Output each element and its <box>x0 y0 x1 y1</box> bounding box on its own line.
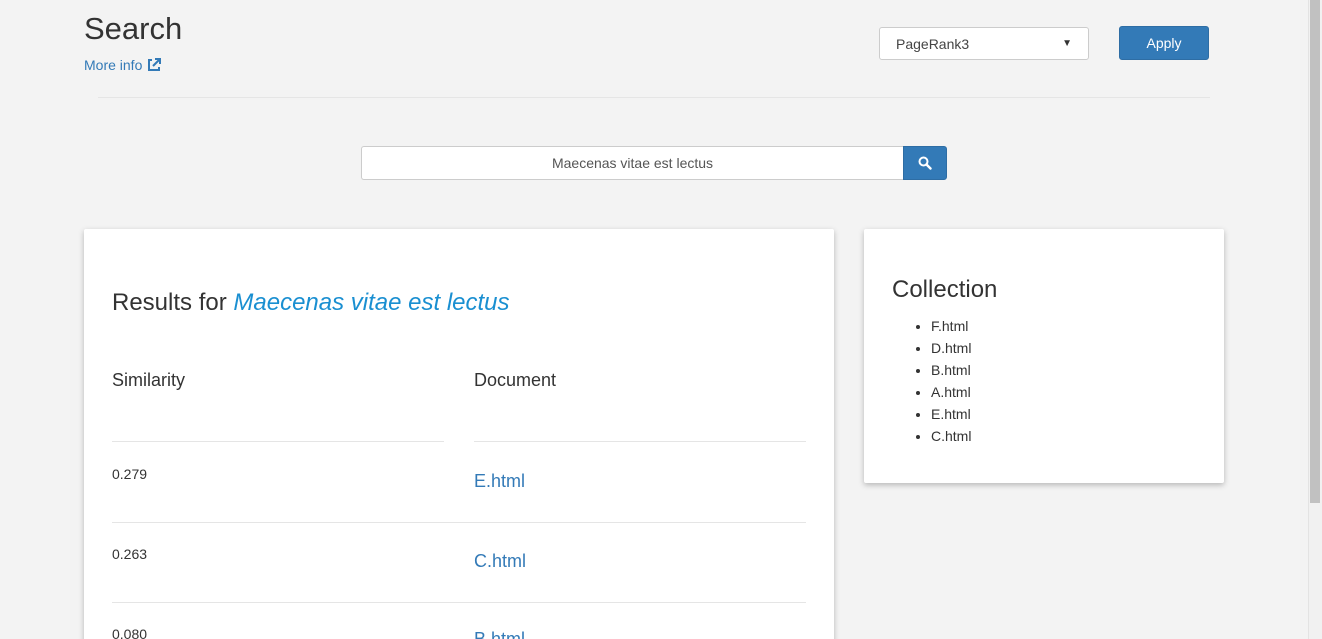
search-button[interactable] <box>903 146 947 180</box>
algorithm-selected-value: PageRank3 <box>896 35 970 52</box>
scrollbar-thumb[interactable] <box>1310 0 1320 503</box>
search-input[interactable] <box>361 146 903 180</box>
results-query: Maecenas vitae est lectus <box>233 289 510 316</box>
similarity-value: 0.263 <box>112 546 148 562</box>
column-header-similarity: Similarity <box>112 370 186 390</box>
collection-item: E.html <box>931 403 971 425</box>
page-title: Search <box>84 11 183 46</box>
search-icon <box>918 156 932 170</box>
results-title-prefix: Results for <box>112 289 227 316</box>
more-info-label: More info <box>84 57 143 73</box>
results-card: Results for Maecenas vitae est lectus Si… <box>84 229 834 639</box>
row-divider <box>112 602 806 603</box>
header-divider-document <box>474 441 806 442</box>
document-link[interactable]: B.html <box>474 629 525 639</box>
collection-item: A.html <box>931 381 971 403</box>
page-scrollbar[interactable] <box>1308 0 1322 639</box>
header-divider <box>98 97 1210 98</box>
collection-item: D.html <box>931 337 971 359</box>
collection-title: Collection <box>892 276 998 303</box>
similarity-value: 0.080 <box>112 626 148 639</box>
collection-item: C.html <box>931 425 971 447</box>
row-divider <box>112 522 806 523</box>
collection-item: F.html <box>931 315 971 337</box>
collection-list: F.html D.html B.html A.html E.html C.htm… <box>931 315 971 447</box>
algorithm-select[interactable]: PageRank3 ▼ <box>879 27 1089 60</box>
collection-item: B.html <box>931 359 971 381</box>
results-title: Results for Maecenas vitae est lectus <box>112 289 510 317</box>
search-bar <box>361 146 947 180</box>
document-link[interactable]: E.html <box>474 471 525 492</box>
collection-card: Collection F.html D.html B.html A.html E… <box>864 229 1224 483</box>
chevron-down-icon: ▼ <box>1062 38 1072 49</box>
header: Search More info <box>84 12 182 75</box>
column-header-document: Document <box>474 370 557 390</box>
apply-button[interactable]: Apply <box>1119 26 1209 60</box>
more-info-link[interactable]: More info <box>84 57 162 73</box>
similarity-value: 0.279 <box>112 466 148 482</box>
header-divider-similarity <box>112 441 444 442</box>
document-link[interactable]: C.html <box>474 551 526 572</box>
external-link-icon <box>148 58 162 71</box>
